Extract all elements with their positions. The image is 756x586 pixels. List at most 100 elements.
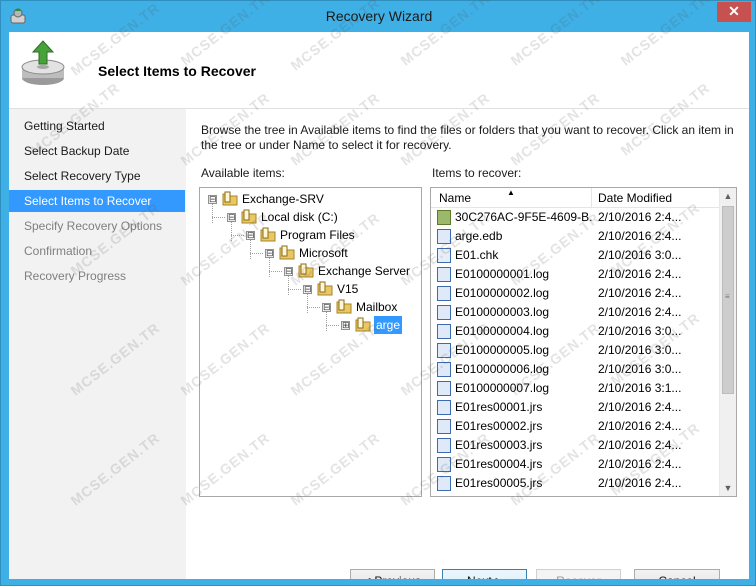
column-header-date-modified[interactable]: Date Modified [598,191,672,205]
list-item[interactable]: 30C276AC-9F5E-4609-B... 2/10/2016 2:4... [435,208,719,227]
collapse-icon[interactable]: ⊟ [265,249,274,258]
list-item[interactable]: E0100000002.log 2/10/2016 2:4... [435,284,719,303]
recovery-disk-icon [21,40,65,85]
file-icon [437,400,451,415]
file-date: 2/10/2016 3:1... [598,381,682,395]
wizard-client: Select Items to Recover Getting Started … [9,32,749,579]
file-name: E0100000004.log [455,324,550,338]
available-items-label: Available items: [201,166,285,180]
server-folder-icon [222,191,238,206]
list-item[interactable]: E01res00004.jrs 2/10/2016 2:4... [435,455,719,474]
tree-node-label: Local disk (C:) [261,210,338,224]
close-icon: ✕ [728,3,740,19]
file-icon [437,457,451,472]
items-to-recover-label: Items to recover: [432,166,522,180]
file-icon [437,286,451,301]
collapse-icon[interactable]: ⊟ [208,195,217,204]
previous-button[interactable]: < Previous [350,569,435,579]
file-name: E0100000001.log [455,267,550,281]
list-item[interactable]: E0100000001.log 2/10/2016 2:4... [435,265,719,284]
file-name: E01res00005.jrs [455,476,543,490]
file-date: 2/10/2016 2:4... [598,438,682,452]
list-item[interactable]: E0100000004.log 2/10/2016 3:0... [435,322,719,341]
list-item[interactable]: E01res00001.jrs 2/10/2016 2:4... [435,398,719,417]
file-name: E0100000005.log [455,343,550,357]
list-item[interactable]: E01.chk 2/10/2016 3:0... [435,246,719,265]
tree-node-label: Program Files [280,228,355,242]
scrollbar-thumb[interactable]: ≡ [722,206,734,394]
nav-step-confirmation: Confirmation [24,244,93,258]
file-icon [437,324,451,339]
file-icon [437,305,451,320]
nav-step-select-items[interactable]: Select Items to Recover [9,190,185,212]
instructions-text: Browse the tree in Available items to fi… [201,123,734,152]
file-date: 2/10/2016 3:0... [598,343,682,357]
file-name: E01res00004.jrs [455,457,543,471]
scroll-up-arrow-icon[interactable]: ▲ [720,188,736,204]
file-date: 2/10/2016 2:4... [598,286,682,300]
scroll-down-arrow-icon[interactable]: ▼ [720,480,736,496]
file-date: 2/10/2016 2:4... [598,476,682,490]
file-name: 30C276AC-9F5E-4609-B... [455,210,593,224]
list-item[interactable]: E01res00002.jrs 2/10/2016 2:4... [435,417,719,436]
tree-node-label: Exchange Server [318,264,411,278]
column-header-name[interactable]: Name [439,191,471,205]
collapse-icon[interactable]: ⊟ [227,213,236,222]
file-date: 2/10/2016 2:4... [598,457,682,471]
file-date: 2/10/2016 2:4... [598,305,682,319]
list-item[interactable]: E01res00005.jrs 2/10/2016 2:4... [435,474,719,493]
sort-ascending-icon: ▲ [507,188,515,197]
list-vertical-scrollbar[interactable]: ▲ ≡ ▼ [719,188,736,496]
list-item[interactable]: E0100000006.log 2/10/2016 3:0... [435,360,719,379]
file-date: 2/10/2016 3:0... [598,324,682,338]
nav-step-getting-started[interactable]: Getting Started [9,115,185,137]
page-title: Select Items to Recover [98,63,256,79]
file-name: E0100000003.log [455,305,550,319]
list-item[interactable]: E0100000007.log 2/10/2016 3:1... [435,379,719,398]
file-name: E01res00002.jrs [455,419,543,433]
file-name: E0100000007.log [455,381,550,395]
collapse-icon[interactable]: ⊟ [322,303,331,312]
title-bar[interactable]: Recovery Wizard ✕ [1,1,756,32]
file-date: 2/10/2016 3:0... [598,248,682,262]
checkpoint-file-icon [437,248,451,263]
file-name: E0100000002.log [455,286,550,300]
expand-icon[interactable]: ⊞ [341,321,350,330]
collapse-icon[interactable]: ⊟ [246,231,255,240]
file-icon [437,438,451,453]
nav-step-select-recovery-type[interactable]: Select Recovery Type [9,165,185,187]
list-item[interactable]: E0100000003.log 2/10/2016 2:4... [435,303,719,322]
wizard-steps-nav: Getting Started Select Backup Date Selec… [9,108,186,579]
collapse-icon[interactable]: ⊟ [303,285,312,294]
file-name: E01res00003.jrs [455,438,543,452]
file-date: 2/10/2016 2:4... [598,210,682,224]
nav-step-recovery-progress: Recovery Progress [24,269,127,283]
file-name: E0100000006.log [455,362,550,376]
wizard-header: Select Items to Recover [9,32,749,108]
file-date: 2/10/2016 3:0... [598,362,682,376]
tree-node-label: V15 [337,282,359,296]
next-button[interactable]: Next > [442,569,527,579]
file-name: E01.chk [455,248,499,262]
file-icon [437,362,451,377]
file-date: 2/10/2016 2:4... [598,229,682,243]
recover-button: Recover [536,569,621,579]
cancel-button[interactable]: Cancel [634,569,720,579]
file-date: 2/10/2016 2:4... [598,419,682,433]
items-to-recover-list[interactable]: Name ▲ Date Modified 30C276AC-9F5E-4609-… [430,187,737,497]
close-button[interactable]: ✕ [717,2,751,22]
folder-icon [355,317,371,332]
recovery-wizard-window: Recovery Wizard ✕ Select Items to Recove… [0,0,756,586]
database-file-icon [437,210,451,225]
nav-step-select-backup-date[interactable]: Select Backup Date [9,140,185,162]
folder-icon [279,245,295,260]
file-name: E01res00001.jrs [455,400,543,414]
available-items-tree[interactable]: ⊟ Exchange-SRV ⊟ Local disk (C:) ⊟ Progr… [199,187,422,497]
list-item[interactable]: E0100000005.log 2/10/2016 3:0... [435,341,719,360]
main-panel: Browse the tree in Available items to fi… [186,108,749,579]
folder-icon [336,299,352,314]
list-item[interactable]: E01res00003.jrs 2/10/2016 2:4... [435,436,719,455]
collapse-icon[interactable]: ⊟ [284,267,293,276]
column-divider[interactable] [591,188,592,208]
list-item[interactable]: arge.edb 2/10/2016 2:4... [435,227,719,246]
